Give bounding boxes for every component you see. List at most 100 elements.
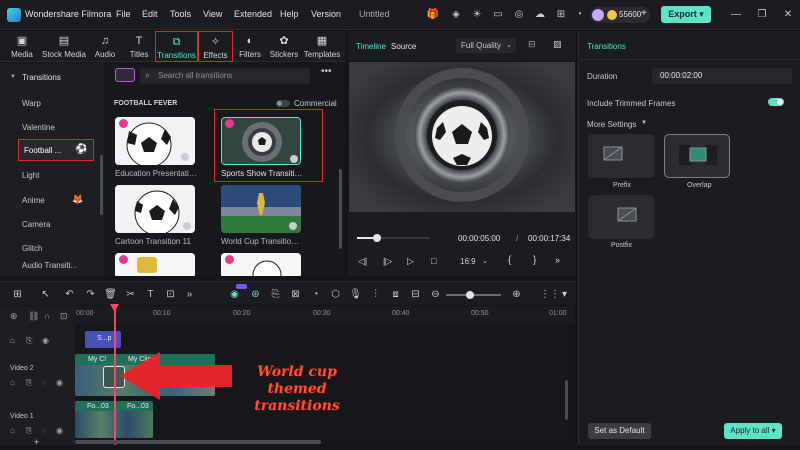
snapshot-tool-icon[interactable]: ⎘ [269,288,282,301]
mode-postfix[interactable] [588,195,654,239]
zoom-out-icon[interactable]: ⊖ [429,288,442,301]
split-icon[interactable]: ✂ [124,288,137,301]
tab-timeline[interactable]: Timeline [356,42,386,51]
audio-mixer-icon[interactable]: ⫶ [369,288,382,301]
expand-triangle-icon[interactable]: ▼ [641,120,647,126]
lock-icon[interactable]: ⌂ [10,426,15,435]
menu-file[interactable]: File [116,9,131,19]
sidebar-item-glitch[interactable]: Glitch [22,244,42,253]
delete-icon[interactable]: 🗑 [104,288,117,301]
ai-smart-icon[interactable]: ◉ [228,288,241,301]
search-input[interactable]: ⌕ Search all transitions [140,68,310,84]
mark-in-icon[interactable]: { [508,255,511,266]
crop-icon[interactable]: ⊡ [164,288,177,301]
snapshot-icon[interactable]: ▨ [553,39,562,50]
captions-icon[interactable]: ⊟ [409,288,422,301]
transition-card-cartoon[interactable] [115,185,195,233]
play-icon[interactable]: ▷ [407,256,414,267]
sidebar-header[interactable]: Transitions [22,73,61,82]
keyframe-icon[interactable]: ⬡ [329,288,342,301]
more-options-icon[interactable]: ••• [321,66,332,77]
sidebar-item-light[interactable]: Light [22,171,39,180]
grid-icon[interactable]: ⊞ [554,8,568,22]
preview-canvas[interactable] [349,62,575,212]
step-back-icon[interactable]: ◁| [358,256,367,267]
screen-icon[interactable]: ▭ [491,8,505,22]
mute-icon[interactable]: ◌ [42,378,47,387]
text-tool-icon[interactable]: T [144,288,157,301]
lock-icon[interactable]: ⌂ [10,378,15,387]
zoom-handle[interactable] [466,291,474,299]
tab-stickers[interactable]: ✿ Stickers [268,31,300,62]
add-track-icon[interactable]: ⊕ [10,311,18,322]
visibility-icon[interactable]: ◉ [56,426,63,435]
headset-icon[interactable]: ◎ [512,8,526,22]
select-arrow-icon[interactable]: ↖ [39,288,52,301]
folder-toggle-icon[interactable] [115,68,135,82]
tab-audio[interactable]: ♫ Audio [90,31,120,62]
undo-icon[interactable]: ↶ [63,288,76,301]
fullscreen-icon[interactable]: » [555,255,560,265]
link-icon[interactable]: ⛓ [28,311,39,322]
shield-icon[interactable]: ◈ [449,8,463,22]
picture-in-picture-icon[interactable]: ⧈ [389,288,402,301]
sidebar-scrollbar[interactable] [100,155,103,215]
sidebar-item-camera[interactable]: Camera [22,220,50,229]
tab-templates[interactable]: ▦ Templates [302,31,342,62]
add-credit-icon[interactable]: + [641,8,647,19]
sidebar-item-football[interactable]: Football ... ⚽ [18,139,94,161]
browser-scrollbar[interactable] [339,169,342,249]
visibility-icon[interactable]: ◉ [42,336,49,345]
options-chevron-icon[interactable]: ▾ [558,288,571,301]
track-link-icon[interactable]: ⎘ [26,378,32,388]
sidebar-item-anime[interactable]: Anime [22,196,45,205]
set-as-default-button[interactable]: Set as Default [588,423,651,439]
visibility-icon[interactable]: ◉ [56,378,63,387]
menu-view[interactable]: View [203,9,222,19]
credit-pill[interactable]: 55600 + [590,7,650,23]
markers-icon[interactable]: ⊠ [289,288,302,301]
mode-prefix[interactable] [588,134,654,178]
menu-help[interactable]: Help [280,9,299,19]
playback-scrubber[interactable] [357,234,430,242]
menu-version[interactable]: Version [311,9,341,19]
menu-tools[interactable]: Tools [170,9,191,19]
tab-transitions[interactable]: ⧉ Transitions [155,31,198,62]
more-settings-label[interactable]: More Settings [587,120,636,129]
track-link-icon[interactable]: ⎘ [26,336,32,346]
tab-source[interactable]: Source [391,42,416,51]
microphone-icon[interactable]: 🎙 [349,288,362,301]
sidebar-item-valentine[interactable]: Valentine [22,123,55,132]
collapse-chevron-icon[interactable]: ▼ [10,74,16,80]
sidebar-item-audio-transition[interactable]: Audio Transiti... [22,261,77,270]
duration-input[interactable]: 00:00:02:00 [652,68,792,84]
tab-titles[interactable]: T Titles [124,31,154,62]
export-button[interactable]: Export ▾ [661,6,711,23]
compare-view-icon[interactable]: ⊟ [528,39,536,50]
grid-view-icon[interactable]: ⋮⋮ [540,288,560,301]
transition-card-world-cup[interactable] [221,185,301,233]
stop-icon[interactable]: □ [431,256,436,266]
title-clip[interactable]: S...p [85,331,121,348]
add-track-button[interactable]: + [34,437,39,447]
layout-grid-icon[interactable]: ⊞ [11,288,24,301]
timeline-hscrollbar[interactable] [75,440,321,444]
tab-stock-media[interactable]: ▤ Stock Media [40,31,88,62]
menu-extended[interactable]: Extended [234,9,272,19]
scrubber-handle[interactable] [373,234,382,242]
bell-icon[interactable]: ◔ [572,8,586,22]
timeline-vscrollbar[interactable] [565,380,568,420]
track-link-icon[interactable]: ⎘ [26,426,32,436]
tab-filters[interactable]: ◐ Filters [236,31,264,62]
snap-icon[interactable]: ⊡ [60,311,68,322]
cloud-upload-icon[interactable]: ☁ [533,8,547,22]
mark-out-icon[interactable]: } [533,255,536,266]
gift-icon[interactable]: 🎁 [426,8,440,22]
more-tools-icon[interactable]: » [183,288,196,301]
render-icon[interactable]: ⊛ [249,288,262,301]
redo-icon[interactable]: ↷ [84,288,97,301]
lightbulb-icon[interactable]: ☀ [470,8,484,22]
tab-media[interactable]: ▣ Media [6,31,38,62]
aspect-select[interactable]: 16:9 ⌄ [456,255,494,269]
commercial-toggle[interactable] [276,100,290,107]
